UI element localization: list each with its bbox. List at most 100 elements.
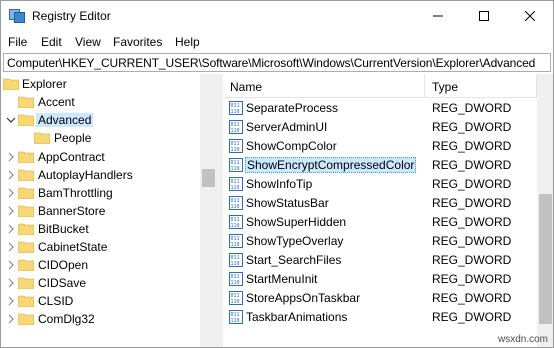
- minimize-icon: [433, 15, 443, 17]
- svg-text:110: 110: [231, 318, 240, 324]
- list-row-showcompcolor[interactable]: 011 110 ShowCompColor REG_DWORD: [223, 137, 537, 156]
- reg-dword-icon: 011110: [229, 234, 243, 248]
- reg-dword-icon: 011110: [229, 158, 243, 172]
- list-row-start-searchfiles[interactable]: 011 110 Start_SearchFiles REG_DWORD: [223, 251, 537, 270]
- folder-icon: [18, 96, 34, 108]
- svg-text:110: 110: [231, 280, 240, 286]
- reg-dword-icon: 011110: [229, 215, 243, 229]
- menu-bar: File Edit View Favorites Help: [1, 32, 553, 52]
- tree-item-cidopen[interactable]: CIDOpen: [1, 256, 201, 274]
- reg-dword-icon: 011110: [229, 196, 243, 210]
- column-header-type[interactable]: Type: [425, 74, 537, 98]
- column-header-name[interactable]: Name: [223, 74, 425, 98]
- list-row-showinfotip[interactable]: 011 110 ShowInfoTip REG_DWORD: [223, 175, 537, 194]
- tree-item-cidsave[interactable]: CIDSave: [1, 274, 201, 292]
- values-scrollbar[interactable]: [537, 74, 553, 347]
- value-name: ServerAdminUI: [246, 120, 328, 134]
- tree-item-explorer[interactable]: Explorer: [1, 75, 201, 93]
- tree-scrollbar[interactable]: [200, 74, 217, 347]
- tree-item-cabinetstate[interactable]: CabinetState: [1, 238, 201, 256]
- folder-icon: [18, 313, 34, 325]
- tree-item-label: CabinetState: [38, 240, 108, 254]
- tree-item-bamthrottling[interactable]: BamThrottling: [1, 184, 201, 202]
- address-bar[interactable]: Computer\HKEY_CURRENT_USER\Software\Micr…: [3, 53, 551, 72]
- menu-help[interactable]: Help: [175, 35, 200, 49]
- close-button[interactable]: [507, 1, 553, 31]
- tree-item-bitbucket[interactable]: BitBucket: [1, 220, 201, 238]
- chevron-right-icon: [8, 314, 14, 324]
- menu-edit[interactable]: Edit: [41, 35, 62, 49]
- svg-text:110: 110: [231, 204, 240, 210]
- value-type: REG_DWORD: [432, 310, 512, 324]
- folder-icon: [18, 259, 34, 271]
- tree-item-label: AutoplayHandlers: [38, 168, 133, 182]
- tree-scrollbar-thumb[interactable]: [202, 169, 215, 187]
- list-row-storeappsontaskbar[interactable]: 011 110 StoreAppsOnTaskbar REG_DWORD: [223, 289, 537, 308]
- tree-item-people[interactable]: People: [1, 129, 201, 147]
- list-row-showencryptcompressedcolor[interactable]: 011 110 ShowEncryptCompressedColor REG_DW…: [223, 156, 537, 175]
- watermark: wsxdn.com: [498, 334, 549, 345]
- title-bar: Registry Editor: [1, 1, 553, 31]
- tree-item-autoplayhandlers[interactable]: AutoplayHandlers: [1, 166, 201, 184]
- chevron-right-icon: [8, 188, 14, 198]
- reg-dword-icon: 011110: [229, 139, 243, 153]
- chevron-right-icon: [8, 296, 14, 306]
- list-row-showsuperhidden[interactable]: 011 110 ShowSuperHidden REG_DWORD: [223, 213, 537, 232]
- list-row-showtypeoverlay[interactable]: 011 110 ShowTypeOverlay REG_DWORD: [223, 232, 537, 251]
- value-name: StartMenuInit: [246, 272, 318, 286]
- svg-text:110: 110: [231, 261, 240, 267]
- list-row-separateprocess[interactable]: 011 110 SeparateProcess REG_DWORD: [223, 99, 537, 118]
- registry-editor-icon: [9, 9, 25, 23]
- menu-favorites[interactable]: Favorites: [113, 35, 162, 49]
- value-type: REG_DWORD: [432, 177, 512, 191]
- chevron-right-icon: [8, 278, 14, 288]
- chevron-right-icon: [8, 260, 14, 270]
- svg-text:110: 110: [231, 242, 240, 248]
- folder-icon: [18, 169, 34, 181]
- value-type: REG_DWORD: [432, 120, 512, 134]
- value-name: ShowSuperHidden: [246, 215, 347, 229]
- tree-item-bannerstore[interactable]: BannerStore: [1, 202, 201, 220]
- tree-item-advanced[interactable]: Advanced: [1, 111, 201, 129]
- value-name: SeparateProcess: [246, 101, 339, 115]
- tree-item-clsid[interactable]: CLSID: [1, 292, 201, 310]
- list-row-taskbaranimations[interactable]: 011 110 TaskbarAnimations REG_DWORD: [223, 308, 537, 327]
- tree-item-label: CIDOpen: [38, 258, 89, 272]
- svg-text:110: 110: [231, 223, 240, 229]
- svg-text:110: 110: [231, 166, 240, 172]
- folder-icon: [18, 187, 34, 199]
- tree-item-appcontract[interactable]: AppContract: [1, 148, 201, 166]
- chevron-right-icon: [8, 152, 14, 162]
- folder-icon: [18, 205, 34, 217]
- chevron-right-icon: [8, 170, 14, 180]
- value-type: REG_DWORD: [432, 101, 512, 115]
- minimize-button[interactable]: [415, 1, 461, 31]
- tree-item-accent[interactable]: Accent: [1, 93, 201, 111]
- value-type: REG_DWORD: [432, 272, 512, 286]
- folder-icon: [18, 151, 34, 163]
- list-row-serveradminui[interactable]: 011 110 ServerAdminUI REG_DWORD: [223, 118, 537, 137]
- reg-dword-icon: 011110: [229, 310, 243, 324]
- value-name: Start_SearchFiles: [246, 253, 342, 267]
- tree-item-comdlg32[interactable]: ComDlg32: [1, 310, 201, 328]
- values-scrollbar-thumb[interactable]: [539, 194, 552, 324]
- tree-item-label: Explorer: [22, 77, 67, 91]
- folder-open-icon: [18, 114, 34, 126]
- svg-text:110: 110: [231, 109, 240, 115]
- value-name: ShowEncryptCompressedColor: [245, 157, 417, 173]
- value-name: TaskbarAnimations: [246, 310, 348, 324]
- close-icon: [525, 11, 535, 21]
- reg-dword-icon: 011110: [229, 291, 243, 305]
- folder-icon: [18, 295, 34, 307]
- menu-file[interactable]: File: [8, 35, 27, 49]
- list-row-showstatusbar[interactable]: 011 110 ShowStatusBar REG_DWORD: [223, 194, 537, 213]
- value-type: REG_DWORD: [432, 196, 512, 210]
- list-row-startmenuinit[interactable]: 011 110 StartMenuInit REG_DWORD: [223, 270, 537, 289]
- menu-view[interactable]: View: [75, 35, 101, 49]
- tree-item-label: AppContract: [38, 150, 105, 164]
- maximize-button[interactable]: [461, 1, 507, 31]
- maximize-icon: [479, 11, 489, 21]
- value-name: ShowStatusBar: [246, 196, 329, 210]
- tree-pane: Explorer Accent Advanced People AppContr…: [1, 74, 217, 347]
- tree-item-label: Accent: [38, 95, 75, 109]
